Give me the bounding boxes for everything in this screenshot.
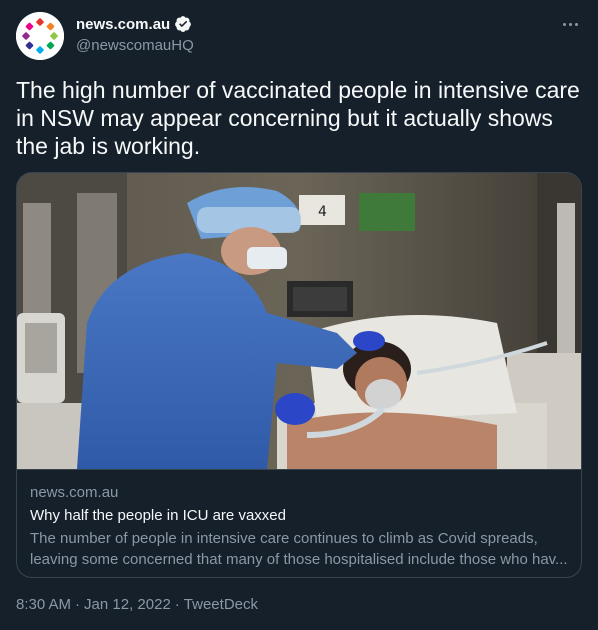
tweet-container: news.com.au @newscomauHQ The high number…: [0, 0, 598, 630]
icu-photo: 4: [17, 173, 581, 469]
card-divider: [17, 469, 581, 470]
meta-separator: ·: [174, 596, 180, 613]
meta-separator: ·: [75, 596, 81, 613]
author-avatar[interactable]: [16, 12, 64, 60]
link-card[interactable]: 4 news.com.au Why half the people in ICU…: [16, 172, 582, 578]
tweet-date[interactable]: Jan 12, 2022: [84, 596, 171, 613]
tweet-meta: 8:30 AM · Jan 12, 2022 · TweetDeck: [16, 596, 258, 613]
verified-badge-icon: [174, 15, 192, 33]
author-handle[interactable]: @newscomauHQ: [76, 37, 194, 54]
tweet-text: The high number of vaccinated people in …: [16, 77, 580, 159]
newscomau-logo-icon: [16, 12, 64, 60]
more-options-icon[interactable]: [556, 14, 584, 34]
author-display-name[interactable]: news.com.au: [76, 16, 170, 33]
card-title: Why half the people in ICU are vaxxed: [30, 507, 286, 524]
author-name-row: news.com.au: [76, 15, 192, 33]
image-sign-number: 4: [318, 204, 327, 220]
card-domain: news.com.au: [30, 484, 119, 501]
tweet-time[interactable]: 8:30 AM: [16, 596, 71, 613]
tweet-source[interactable]: TweetDeck: [184, 596, 258, 613]
card-description: The number of people in intensive care c…: [30, 530, 568, 568]
card-image[interactable]: 4: [17, 173, 581, 469]
